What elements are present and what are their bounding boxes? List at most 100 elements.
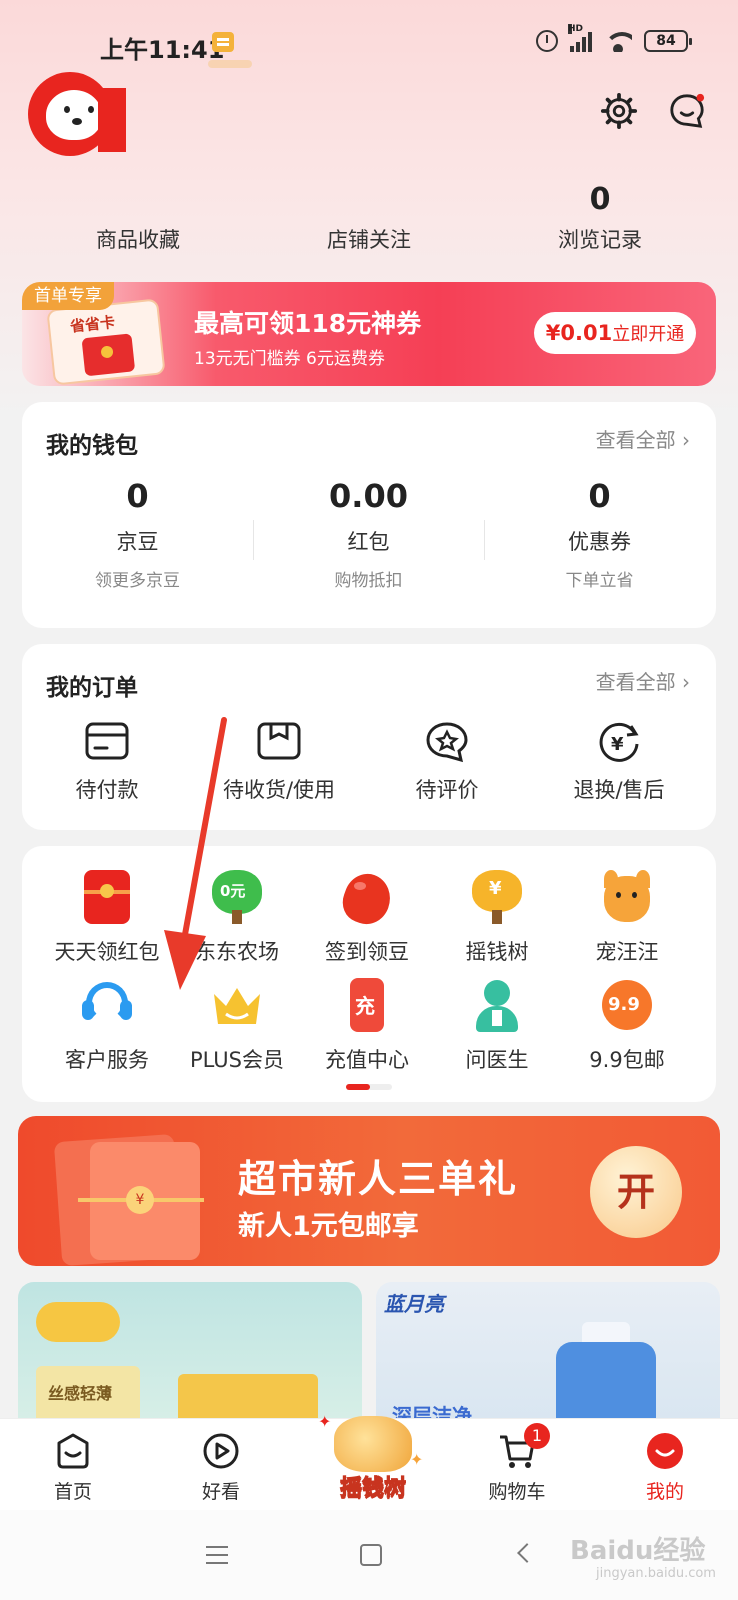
open-button[interactable]: 开 xyxy=(590,1146,682,1238)
nav-label: 首页 xyxy=(53,1481,92,1503)
stat-value: 0 xyxy=(589,182,611,217)
stat-value xyxy=(269,180,469,220)
product-tile-detergent[interactable]: 蓝月亮 深层洁净 xyxy=(376,1282,720,1422)
card-icon xyxy=(85,722,129,760)
activate-button[interactable]: ¥0.01立即开通 xyxy=(534,312,696,354)
nav-home[interactable]: 首页 xyxy=(18,1431,128,1504)
saving-card-label: 省省卡 xyxy=(69,313,116,336)
wallet-value: 0 xyxy=(588,477,611,515)
order-after-sales[interactable]: ¥ 退换/售后 xyxy=(534,720,704,804)
service-label: 问医生 xyxy=(465,1048,529,1072)
wallet-view-all[interactable]: 查看全部 › xyxy=(596,424,690,453)
service-label: 充值中心 xyxy=(325,1048,409,1072)
promo-price: ¥0.01 xyxy=(545,321,613,345)
money-tree-icon: ¥ xyxy=(470,870,524,924)
order-label: 待收货/使用 xyxy=(222,778,336,802)
recent-apps-icon[interactable] xyxy=(206,1546,228,1564)
service-plus-membership[interactable]: PLUS会员 xyxy=(172,978,302,1074)
wallet-card: 我的钱包 查看全部 › 0 京豆 领更多京豆 0.00 红包 购物抵扣 0 优惠… xyxy=(22,402,716,628)
profile-face-icon xyxy=(647,1433,683,1469)
wallet-name: 京豆 xyxy=(116,530,159,554)
service-recharge-center[interactable]: 充 充值中心 xyxy=(302,978,432,1074)
service-label: 宠汪汪 xyxy=(595,940,659,964)
supermarket-newcomer-banner[interactable]: ¥ 超市新人三单礼 新人1元包邮享 开 xyxy=(18,1116,720,1266)
stat-shop-follows[interactable]: 店铺关注 xyxy=(269,180,469,254)
wallet-coupons[interactable]: 0 优惠券 下单立省 xyxy=(484,472,715,591)
price-tag-icon: 9.9 xyxy=(600,978,654,1032)
red-envelope-icon xyxy=(80,870,134,924)
nav-label: 我的 xyxy=(645,1481,684,1503)
cart-badge: 1 xyxy=(524,1423,550,1449)
recharge-badge: 充 xyxy=(355,994,375,1018)
wallet-name: 红包 xyxy=(347,530,390,554)
orders-view-all[interactable]: 查看全部 › xyxy=(596,666,690,695)
coin-icon: ¥ xyxy=(126,1186,154,1214)
order-pending-review[interactable]: 待评价 xyxy=(362,720,532,804)
service-label: 签到领豆 xyxy=(325,940,409,964)
services-grid: 天天领红包 0元 东东农场 签到领豆 ¥ 摇钱树 宠汪汪 客户服务 PLUS会员… xyxy=(22,846,716,1102)
status-time: 上午11:41 xyxy=(100,36,225,64)
product-package xyxy=(178,1374,318,1422)
alarm-icon xyxy=(536,30,558,52)
service-label: 客户服务 xyxy=(65,1048,149,1072)
avatar-edge xyxy=(98,88,126,152)
wallet-title: 我的钱包 xyxy=(46,433,138,459)
back-icon[interactable] xyxy=(517,1543,537,1563)
wallet-sub: 下单立省 xyxy=(565,571,634,591)
nav-label: 摇钱树 xyxy=(339,1476,406,1502)
nav-label: 购物车 xyxy=(488,1481,546,1503)
service-ask-doctor[interactable]: 问医生 xyxy=(432,978,562,1074)
activate-label: 立即开通 xyxy=(612,324,685,345)
avatar-eye xyxy=(64,106,70,113)
service-free-shipping-99[interactable]: 9.9 9.9包邮 xyxy=(562,978,692,1074)
stat-value xyxy=(38,180,238,220)
first-order-tag: 首单专享 xyxy=(22,282,114,310)
chevron-right-icon: › xyxy=(682,428,690,452)
view-all-label: 查看全部 xyxy=(595,670,676,694)
star-chat-icon xyxy=(426,722,468,763)
service-customer-service[interactable]: 客户服务 xyxy=(42,978,172,1074)
service-pet-dog[interactable]: 宠汪汪 xyxy=(562,870,692,966)
service-label: PLUS会员 xyxy=(189,1048,285,1072)
service-farm[interactable]: 0元 东东农场 xyxy=(172,870,302,966)
avatar-face xyxy=(46,90,102,140)
stat-favorites[interactable]: 商品收藏 xyxy=(38,180,238,254)
wallet-red-packet[interactable]: 0.00 红包 购物抵扣 xyxy=(253,472,484,591)
money-tree-icon xyxy=(334,1416,412,1472)
message-chat-icon[interactable] xyxy=(668,92,706,130)
sparkle-icon: ✦ xyxy=(318,1412,332,1431)
order-pending-receipt[interactable]: 待收货/使用 xyxy=(194,720,364,804)
saving-card-promo-banner[interactable]: 省省卡 首单专享 最高可领118元神券 13元无门槛券 6元运费券 ¥0.01立… xyxy=(22,282,716,386)
view-all-label: 查看全部 xyxy=(595,428,676,452)
wallet-value: 0.00 xyxy=(329,477,408,515)
product-package: 丝感轻薄 xyxy=(36,1366,140,1422)
service-daily-red-packet[interactable]: 天天领红包 xyxy=(42,870,172,966)
nav-mine[interactable]: 我的 xyxy=(610,1431,720,1504)
page-indicator xyxy=(346,1084,392,1090)
order-label: 待付款 xyxy=(75,778,139,802)
wallet-jd-beans[interactable]: 0 京豆 领更多京豆 xyxy=(22,472,253,591)
avatar-eye xyxy=(88,106,94,113)
home-button-icon[interactable] xyxy=(360,1544,382,1566)
wallet-name: 优惠券 xyxy=(568,530,631,554)
orders-title: 我的订单 xyxy=(46,675,138,701)
watermark: Baidu经验 xyxy=(570,1536,706,1566)
status-bar: 上午11:41 HD 84 xyxy=(0,0,738,88)
nav-cart[interactable]: 1 购物车 xyxy=(462,1423,572,1504)
service-label: 9.9包邮 xyxy=(589,1048,665,1072)
farm-tree-icon: 0元 xyxy=(210,870,264,924)
stat-history[interactable]: 0 浏览记录 xyxy=(500,180,700,254)
service-label: 东东农场 xyxy=(195,940,279,964)
service-sign-in-beans[interactable]: 签到领豆 xyxy=(302,867,432,966)
headset-icon xyxy=(80,978,134,1032)
settings-gear-icon[interactable] xyxy=(600,92,638,130)
detergent-bottle xyxy=(556,1342,656,1422)
nav-watch[interactable]: 好看 xyxy=(166,1431,276,1504)
nav-money-tree[interactable]: ✦ ✦ 摇钱树 xyxy=(318,1410,428,1506)
service-money-tree[interactable]: ¥ 摇钱树 xyxy=(432,870,562,966)
price-badge: 9.9 xyxy=(608,994,640,1015)
product-tile-diapers[interactable]: 丝感轻薄 xyxy=(18,1282,362,1422)
order-pending-payment[interactable]: 待付款 xyxy=(22,720,192,804)
orders-card: 我的订单 查看全部 › 待付款 待收货/使用 待评价 ¥ 退换/售后 xyxy=(22,644,716,830)
service-label: 天天领红包 xyxy=(54,940,160,964)
